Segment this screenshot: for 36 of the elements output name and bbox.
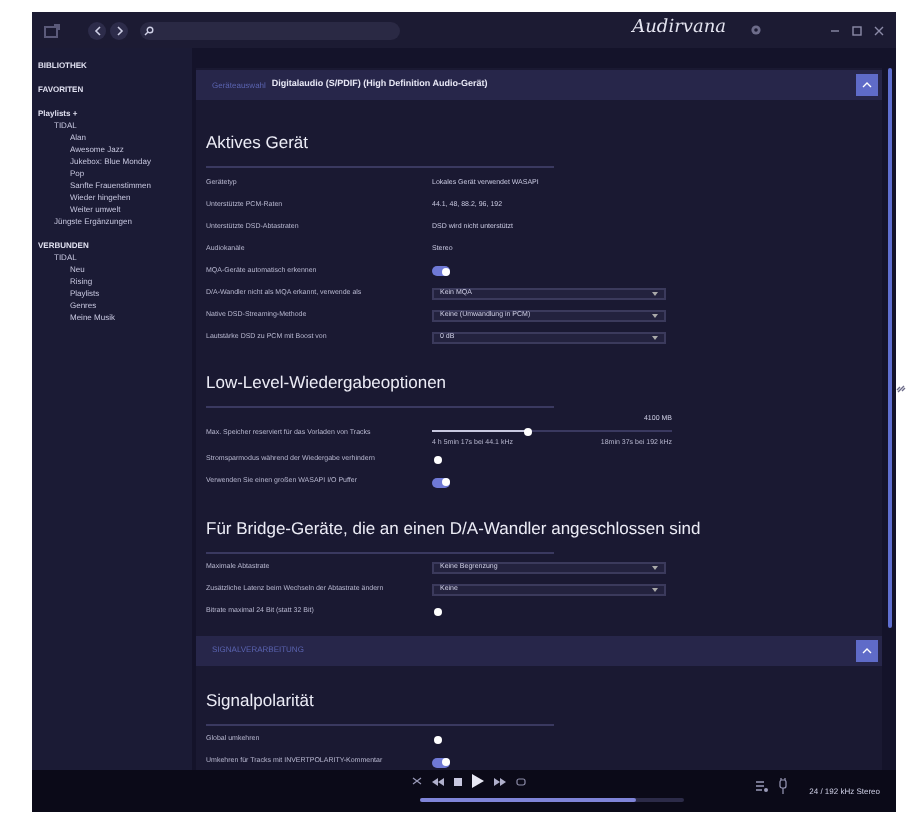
chevron-up-icon — [862, 82, 872, 88]
stop-icon[interactable] — [454, 777, 462, 785]
play-icon[interactable] — [472, 774, 484, 788]
caret-icon — [652, 335, 658, 339]
sidebar-icon[interactable] — [44, 23, 60, 37]
caret-icon — [652, 566, 658, 570]
forward-button[interactable] — [110, 21, 128, 39]
section-heading: Signalpolarität — [206, 689, 314, 709]
search-field[interactable] — [140, 21, 400, 39]
search-icon — [144, 25, 154, 35]
app-logo: Audirvana — [632, 16, 726, 43]
caret-icon — [652, 588, 658, 592]
slider-thumb[interactable] — [524, 427, 532, 436]
section-heading: Für Bridge-Geräte, die an einen D/A-Wandler angeschlossen sind — [206, 517, 701, 537]
back-button[interactable] — [88, 21, 106, 39]
collapse-button[interactable] — [856, 639, 878, 661]
chevron-right-icon — [115, 25, 123, 35]
maximize-icon[interactable] — [852, 25, 862, 35]
settings-icon[interactable] — [750, 24, 762, 36]
next-icon[interactable] — [494, 777, 506, 785]
section-heading: Aktives Gerät — [206, 132, 309, 152]
caret-icon — [652, 313, 658, 317]
previous-icon[interactable] — [432, 777, 444, 785]
repeat-icon[interactable] — [516, 777, 526, 785]
close-icon[interactable] — [874, 25, 884, 35]
section-heading: Low-Level-Wiedergabeoptionen — [206, 372, 447, 392]
chevron-left-icon — [93, 25, 101, 35]
minimize-icon[interactable] — [830, 25, 840, 35]
chevron-up-icon — [862, 647, 872, 653]
plug-icon[interactable] — [778, 778, 788, 794]
toggle-switch[interactable] — [432, 757, 450, 767]
queue-icon[interactable] — [756, 780, 768, 792]
toggle-switch[interactable] — [432, 477, 450, 487]
caret-icon — [652, 291, 658, 295]
scrollbar[interactable] — [887, 68, 891, 628]
toggle-switch[interactable] — [432, 266, 450, 276]
